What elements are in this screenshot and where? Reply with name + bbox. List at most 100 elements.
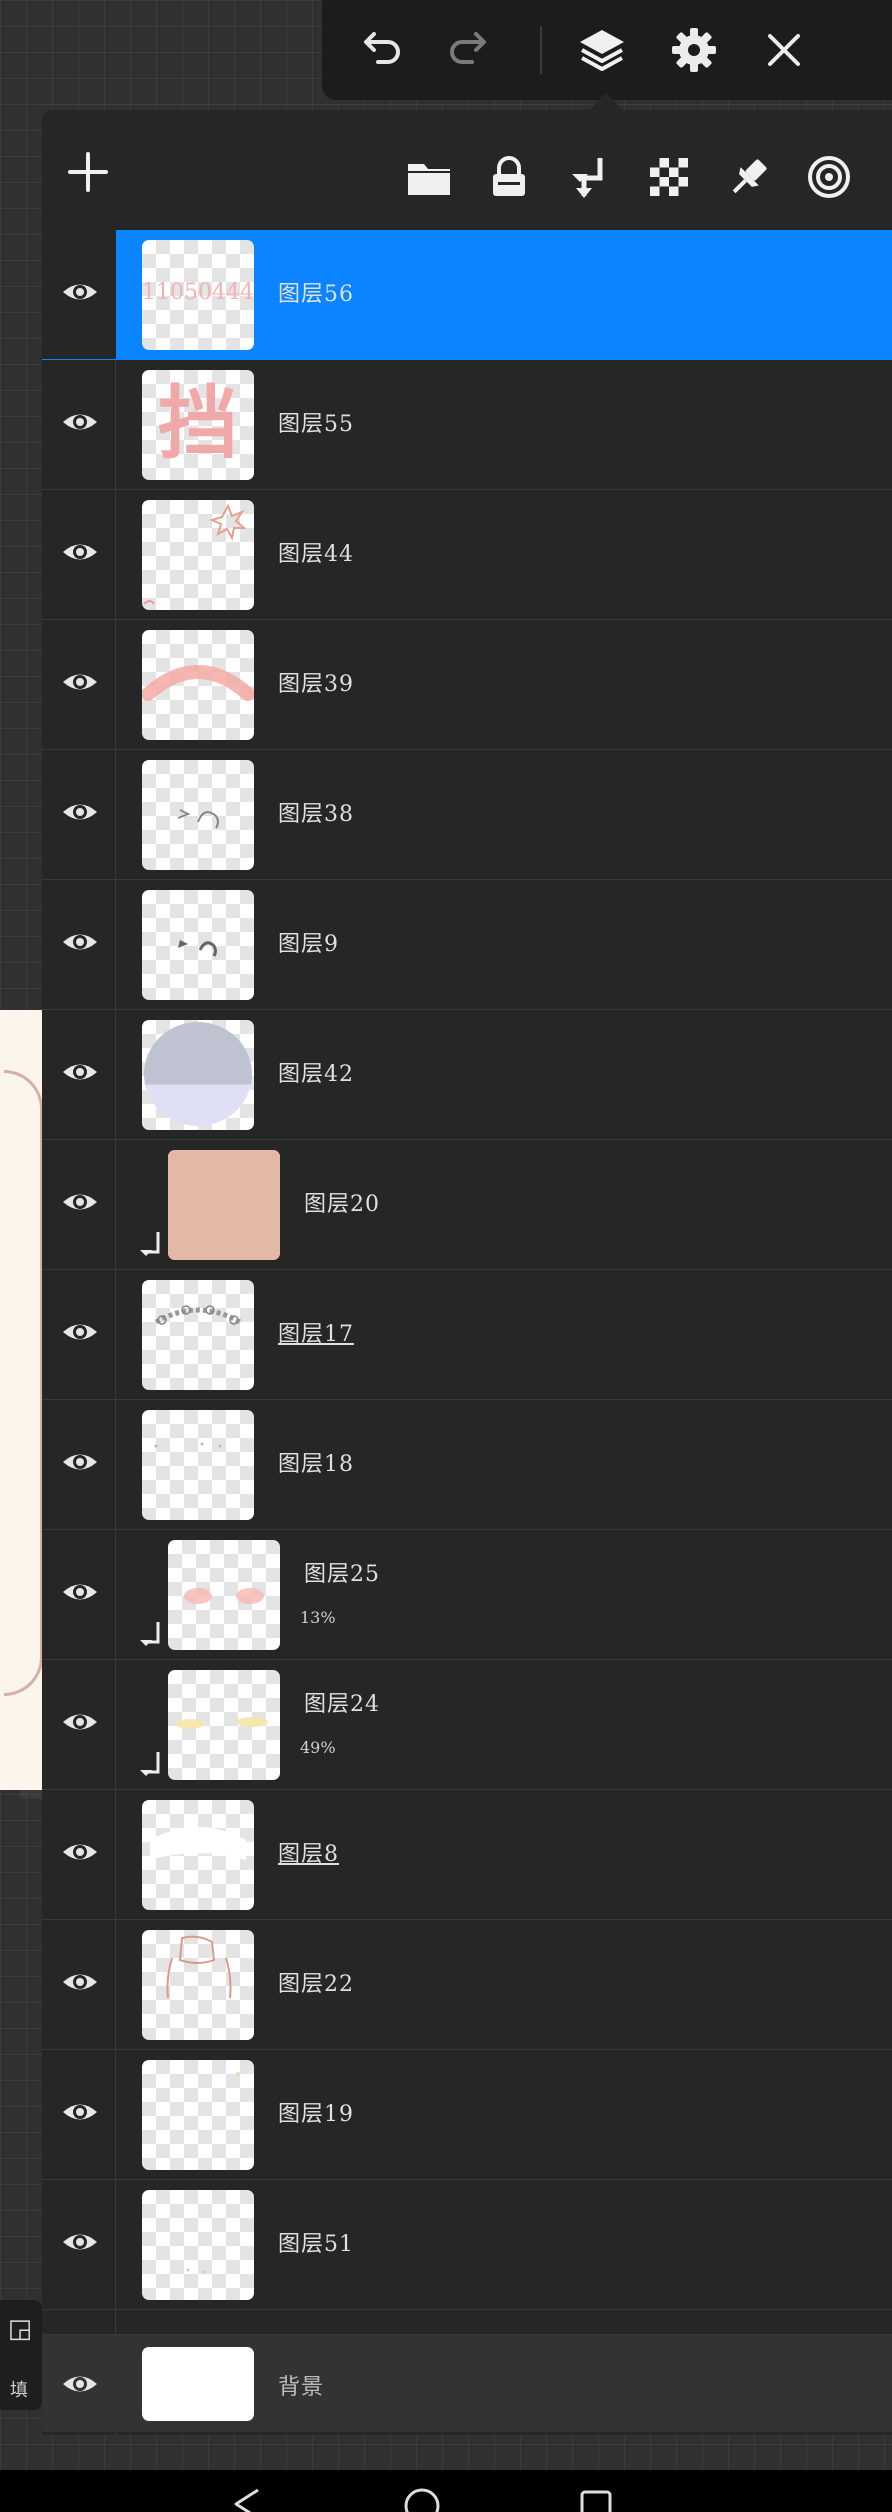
toolbar-pointer — [588, 92, 624, 112]
clipping-mask-arrow-icon — [138, 1620, 164, 1654]
layer-thumbnail — [168, 1670, 280, 1780]
merge-down-icon[interactable] — [564, 152, 614, 202]
undo-icon[interactable] — [350, 20, 410, 80]
layer-row[interactable]: 图层22 — [42, 1920, 892, 2050]
recents-icon[interactable] — [576, 2486, 616, 2512]
visibility-toggle[interactable] — [42, 360, 116, 489]
layer-opacity: 13% — [300, 1608, 336, 1627]
fill-tool[interactable]: ◲ 填 — [0, 2300, 42, 2410]
layer-row[interactable]: 图层39 — [42, 620, 892, 750]
eye-icon — [63, 1064, 97, 1080]
layer-list: 11050444 图层56 挡 图层55 图层44 图层39 图层38 图层9 … — [42, 230, 892, 2310]
layers-panel-header — [42, 110, 892, 230]
add-layer-icon[interactable] — [60, 144, 116, 200]
layer-name: 图层20 — [304, 1192, 380, 1217]
home-icon[interactable] — [402, 2486, 442, 2512]
layer-row[interactable]: 图层17 — [42, 1270, 892, 1400]
eye-icon — [63, 1324, 97, 1340]
target-icon[interactable] — [804, 152, 854, 202]
eye-icon — [63, 934, 97, 950]
visibility-toggle[interactable] — [42, 1270, 116, 1399]
lock-icon[interactable] — [484, 152, 534, 202]
layer-row[interactable]: 图层51 — [42, 2180, 892, 2310]
settings-gear-icon[interactable] — [664, 20, 724, 80]
eye-icon — [63, 1714, 97, 1730]
alpha-lock-icon[interactable] — [644, 152, 694, 202]
visibility-toggle[interactable] — [42, 620, 116, 749]
layer-row[interactable]: 图层9 — [42, 880, 892, 1010]
background-layer-row[interactable]: 背景 — [42, 2334, 892, 2432]
layer-row[interactable]: 图层24 49% — [42, 1660, 892, 1790]
layer-thumbnail — [142, 1280, 254, 1390]
layer-row[interactable]: 11050444 图层56 — [42, 230, 892, 360]
visibility-toggle[interactable] — [42, 2335, 116, 2433]
eye-icon — [63, 284, 97, 300]
back-icon[interactable] — [228, 2486, 268, 2512]
layer-thumbnail — [142, 1020, 254, 1130]
eye-icon — [63, 2376, 97, 2392]
layer-thumbnail — [142, 630, 254, 740]
layer-row[interactable]: 挡 图层55 — [42, 360, 892, 490]
layer-name: 图层44 — [278, 542, 354, 567]
pin-icon[interactable] — [724, 152, 774, 202]
visibility-toggle[interactable] — [42, 880, 116, 1009]
visibility-toggle[interactable] — [42, 1400, 116, 1529]
layer-name: 图层39 — [278, 672, 354, 697]
layer-name: 图层24 — [304, 1692, 380, 1717]
visibility-toggle[interactable] — [42, 230, 116, 359]
eye-icon — [63, 1194, 97, 1210]
toolbar-divider — [540, 26, 542, 74]
visibility-toggle[interactable] — [42, 1660, 116, 1789]
eye-icon — [63, 1974, 97, 1990]
layer-opacity: 49% — [300, 1738, 336, 1757]
fill-bucket-icon: ◲ — [7, 2314, 33, 2344]
layer-name: 图层18 — [278, 1452, 354, 1477]
layers-icon[interactable] — [572, 20, 632, 80]
layer-name: 图层17 — [278, 1322, 354, 1347]
layer-row[interactable]: 图层20 — [42, 1140, 892, 1270]
layer-name: 背景 — [278, 2375, 325, 2400]
visibility-toggle[interactable] — [42, 1010, 116, 1139]
layer-thumbnail — [168, 1150, 280, 1260]
layer-name: 图层9 — [278, 932, 339, 957]
eye-icon — [63, 674, 97, 690]
layer-thumbnail — [168, 1540, 280, 1650]
fill-tool-label: 填 — [10, 2380, 28, 2401]
layer-row[interactable]: 图层19 — [42, 2050, 892, 2180]
layer-thumbnail — [142, 1800, 254, 1910]
visibility-toggle[interactable] — [42, 1140, 116, 1269]
visibility-toggle[interactable] — [42, 2050, 116, 2179]
thumbnail-text: 11050444 — [142, 280, 254, 305]
layers-panel: 11050444 图层56 挡 图层55 图层44 图层39 图层38 图层9 … — [42, 110, 892, 2435]
visibility-toggle[interactable] — [42, 750, 116, 879]
layer-row[interactable]: 图层38 — [42, 750, 892, 880]
clipping-mask-arrow-icon — [138, 1230, 164, 1264]
close-icon[interactable] — [754, 20, 814, 80]
layer-thumbnail — [142, 760, 254, 870]
layer-thumbnail — [142, 500, 254, 610]
redo-icon[interactable] — [440, 20, 500, 80]
eye-icon — [63, 1454, 97, 1470]
visibility-toggle[interactable] — [42, 1790, 116, 1919]
eye-icon — [63, 2234, 97, 2250]
layer-name: 图层38 — [278, 802, 354, 827]
layer-thumbnail: 挡 — [142, 370, 254, 480]
layer-row[interactable]: 图层25 13% — [42, 1530, 892, 1660]
layer-thumbnail — [142, 1410, 254, 1520]
layer-name: 图层55 — [278, 412, 354, 437]
canvas-artwork — [0, 1010, 48, 1790]
folder-icon[interactable] — [404, 152, 454, 202]
layer-row[interactable]: 图层42 — [42, 1010, 892, 1140]
thumbnail-text: 挡 — [158, 377, 238, 470]
clipping-mask-arrow-icon — [138, 1750, 164, 1784]
layer-row[interactable]: 图层44 — [42, 490, 892, 620]
visibility-toggle[interactable] — [42, 490, 116, 619]
layer-thumbnail: 11050444 — [142, 240, 254, 350]
eye-icon — [63, 1844, 97, 1860]
eye-icon — [63, 1584, 97, 1600]
visibility-toggle[interactable] — [42, 2180, 116, 2309]
layer-row[interactable]: 图层18 — [42, 1400, 892, 1530]
visibility-toggle[interactable] — [42, 1920, 116, 2049]
layer-row[interactable]: 图层8 — [42, 1790, 892, 1920]
visibility-toggle[interactable] — [42, 1530, 116, 1659]
